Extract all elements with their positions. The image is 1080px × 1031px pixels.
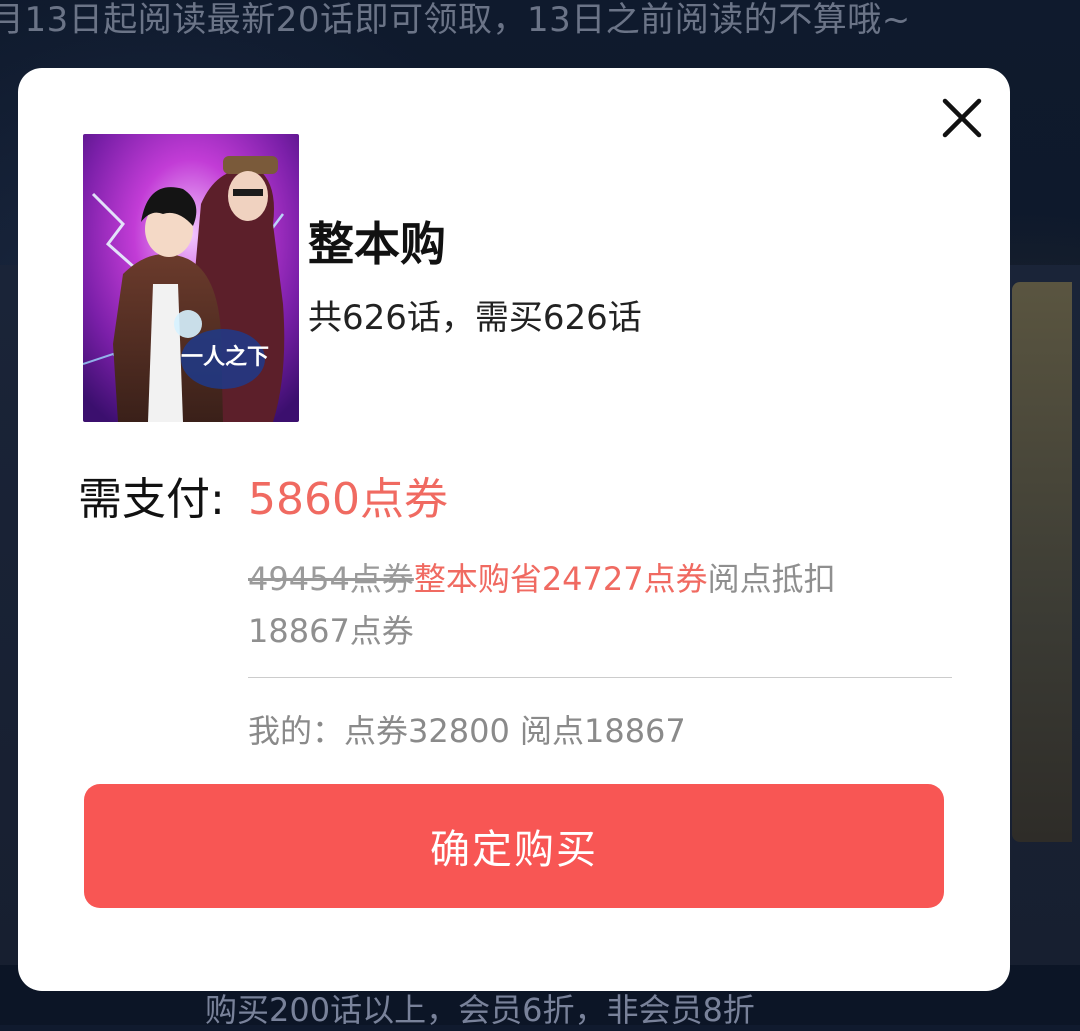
close-icon <box>942 98 982 138</box>
pay-amount: 5860点券 <box>248 474 448 525</box>
background-artwork-edge <box>1012 282 1072 842</box>
purchase-dialog: 一人之下 整本购 共626话，需买626话 需支付: 5860点券 49454点… <box>18 68 1010 991</box>
deduction-amount: 18867点券 <box>248 612 414 650</box>
close-button[interactable] <box>940 96 984 140</box>
comic-cover-image: 一人之下 <box>83 134 299 422</box>
account-balance: 我的：点券32800 阅点18867 <box>248 712 686 750</box>
confirm-purchase-button[interactable]: 确定购买 <box>84 784 944 908</box>
pay-label: 需支付: <box>78 474 225 525</box>
savings-text: 整本购省24727点券 <box>413 560 708 598</box>
svg-text:一人之下: 一人之下 <box>181 344 269 370</box>
deduction-label: 阅点抵扣 <box>707 560 836 598</box>
purchase-title: 整本购 <box>308 217 446 271</box>
background-top-notice: 月13日起阅读最新20话即可领取，13日之前阅读的不算哦~ <box>0 0 911 40</box>
background-bottom-notice: 购买200话以上，会员6折，非会员8折 <box>205 991 755 1029</box>
original-price: 49454点券 <box>248 560 414 598</box>
episode-count-info: 共626话，需买626话 <box>308 298 642 338</box>
price-detail: 49454点券整本购省24727点券阅点抵扣 18867点券 <box>248 553 938 657</box>
divider <box>248 677 952 678</box>
